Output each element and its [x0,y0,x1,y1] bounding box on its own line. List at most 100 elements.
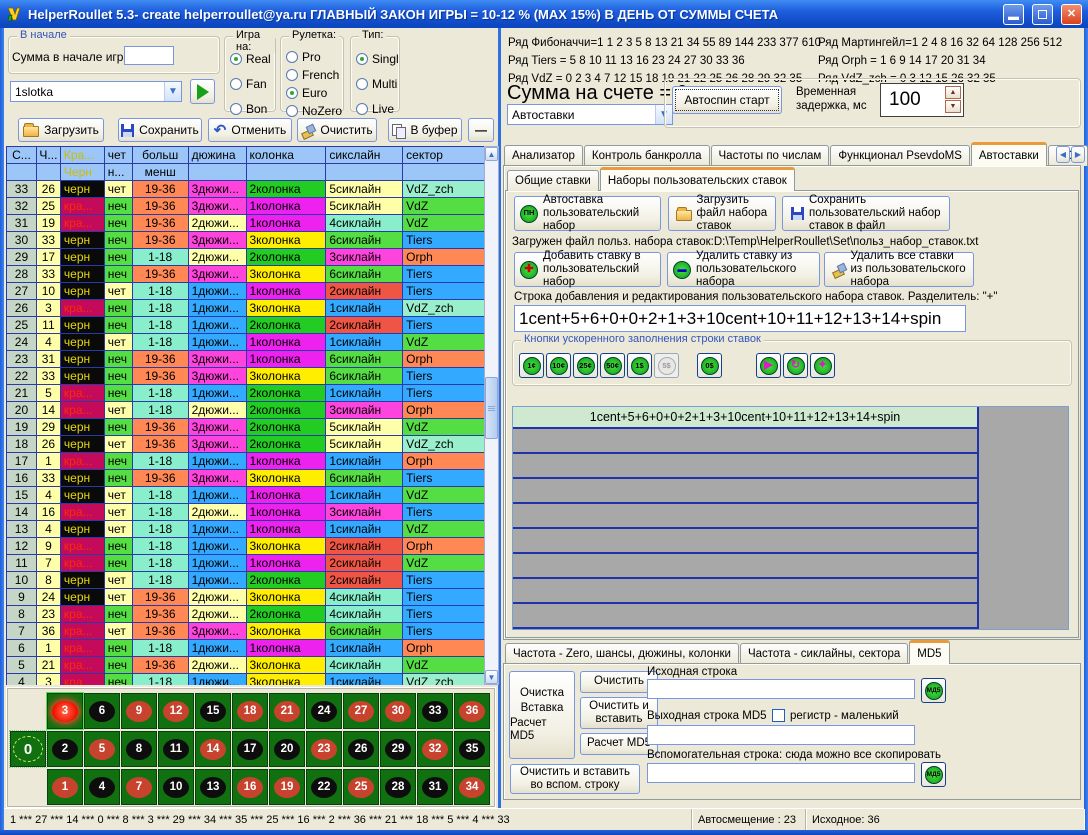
maximize-button[interactable] [1032,4,1053,25]
table-cell[interactable]: 1колонка [247,487,327,504]
autospin-start-button[interactable]: Автоспин старт [672,86,782,114]
table-cell[interactable]: 2сиклайн [326,317,403,334]
table-row[interactable]: 924чернчет19-362дюжи...3колонка4сиклайнT… [7,589,484,606]
table-cell[interactable]: чет [105,572,133,589]
table-cell[interactable]: 2колонка [247,317,327,334]
table-cell[interactable]: 2дюжи... [189,249,247,266]
table-cell[interactable]: 1-18 [133,572,189,589]
radio-icon[interactable] [286,51,298,63]
table-row[interactable]: 244чернчет1-181дюжи...1колонка1сиклайнVd… [7,334,484,351]
lowercase-checkbox[interactable] [772,709,785,722]
table-cell[interactable]: 1колонка [247,283,327,300]
table-cell[interactable]: 19-36 [133,589,189,606]
table-cell[interactable]: 3колонка [247,589,327,606]
table-row[interactable]: 134чернчет1-181дюжи...1колонка1сиклайнVd… [7,521,484,538]
header-cell[interactable]: больш [133,147,189,164]
table-cell[interactable]: 2колонка [247,249,327,266]
table-cell[interactable]: 16 [7,470,37,487]
table-cell[interactable]: 1сиклайн [326,334,403,351]
roulette-number-13[interactable]: 13 [195,769,231,805]
table-cell[interactable]: 6сиклайн [326,470,403,487]
table-cell[interactable]: 2дюжи... [189,402,247,419]
table-cell[interactable]: 3колонка [247,674,327,685]
table-cell[interactable]: черн [61,368,105,385]
table-cell[interactable]: VdZ [403,198,484,215]
table-cell[interactable]: 1дюжи... [189,538,247,555]
roulette-number-2[interactable]: 2 [47,731,83,767]
table-cell[interactable]: 23 [7,351,37,368]
radio-icon[interactable] [230,53,242,65]
table-cell[interactable]: 13 [7,521,37,538]
table-cell[interactable]: 20 [7,402,37,419]
collapse-button[interactable]: — [468,118,494,142]
radio-option-real[interactable]: Real [230,51,271,66]
chip-1$[interactable]: 1$ [627,353,652,378]
header-cell[interactable]: С... [7,147,37,164]
table-cell[interactable]: 2колонка [247,572,327,589]
roulette-number-15[interactable]: 15 [195,693,231,729]
table-cell[interactable]: 33 [37,232,61,249]
table-cell[interactable]: Tiers [403,368,484,385]
table-row[interactable]: 43кра...неч1-181дюжи...3колонка1сиклайнV… [7,674,484,685]
table-cell[interactable]: Tiers [403,385,484,402]
table-cell[interactable]: неч [105,351,133,368]
table-cell[interactable]: неч [105,249,133,266]
roulette-number-27[interactable]: 27 [343,693,379,729]
radio-option-pro[interactable]: Pro [286,49,342,64]
table-cell[interactable]: 8 [37,572,61,589]
table-cell[interactable]: кра... [61,674,105,685]
table-cell[interactable]: VdZ [403,521,484,538]
table-cell[interactable]: 32 [7,198,37,215]
table-cell[interactable]: 9 [37,538,61,555]
table-cell[interactable]: кра... [61,198,105,215]
roulette-number-33[interactable]: 33 [417,693,453,729]
md5-aux-input[interactable] [647,763,915,783]
autobet-user-set-button[interactable]: ПН Автоставка пользовательский набор [514,196,661,231]
table-scrollbar[interactable]: ▲ ▼ [484,146,499,685]
tabs-scroll-right-button[interactable]: ▶ [1071,146,1085,163]
table-cell[interactable]: 23 [37,606,61,623]
table-cell[interactable]: кра... [61,657,105,674]
table-cell[interactable]: Orph [403,351,484,368]
table-cell[interactable]: неч [105,453,133,470]
table-cell[interactable]: 1-18 [133,300,189,317]
table-cell[interactable]: 3колонка [247,232,327,249]
table-cell[interactable]: VdZ [403,555,484,572]
table-cell[interactable]: 19-36 [133,198,189,215]
table-cell[interactable]: 19-36 [133,266,189,283]
table-cell[interactable]: 33 [37,266,61,283]
chip-0$[interactable]: 0$ [697,353,722,378]
table-cell[interactable]: 2колонка [247,385,327,402]
roulette-number-0[interactable]: 0 [10,731,46,767]
table-cell[interactable]: черн [61,487,105,504]
table-cell[interactable]: 6сиклайн [326,266,403,283]
table-cell[interactable]: 14 [37,402,61,419]
table-cell[interactable]: кра... [61,555,105,572]
roulette-number-26[interactable]: 26 [343,731,379,767]
table-cell[interactable]: 33 [7,181,37,198]
roulette-number-10[interactable]: 10 [158,769,194,805]
bet-grid-empty-row[interactable] [513,429,979,454]
radio-icon[interactable] [286,69,298,81]
roulette-number-30[interactable]: 30 [380,693,416,729]
table-cell[interactable]: 19-36 [133,436,189,453]
table-cell[interactable]: неч [105,470,133,487]
minimize-button[interactable]: ▬ [1003,4,1024,25]
table-cell[interactable]: 19-36 [133,215,189,232]
table-cell[interactable]: чет [105,181,133,198]
table-cell[interactable]: 31 [7,215,37,232]
header-cell[interactable]: Кра... [61,147,105,164]
table-cell[interactable]: 9 [7,589,37,606]
table-cell[interactable]: 1колонка [247,215,327,232]
start-amount-input[interactable] [124,46,174,65]
table-cell[interactable]: кра... [61,300,105,317]
table-row[interactable]: 108чернчет1-181дюжи...2колонка2сиклайнTi… [7,572,484,589]
table-cell[interactable]: Tiers [403,232,484,249]
table-cell[interactable]: 3 [37,674,61,685]
table-cell[interactable]: 2дюжи... [189,504,247,521]
table-cell[interactable]: 5 [7,657,37,674]
header-cell[interactable]: сикслайн [326,147,403,164]
table-cell[interactable]: 4 [37,487,61,504]
roulette-number-3[interactable]: 3 [47,693,83,729]
table-cell[interactable]: 2колонка [247,419,327,436]
